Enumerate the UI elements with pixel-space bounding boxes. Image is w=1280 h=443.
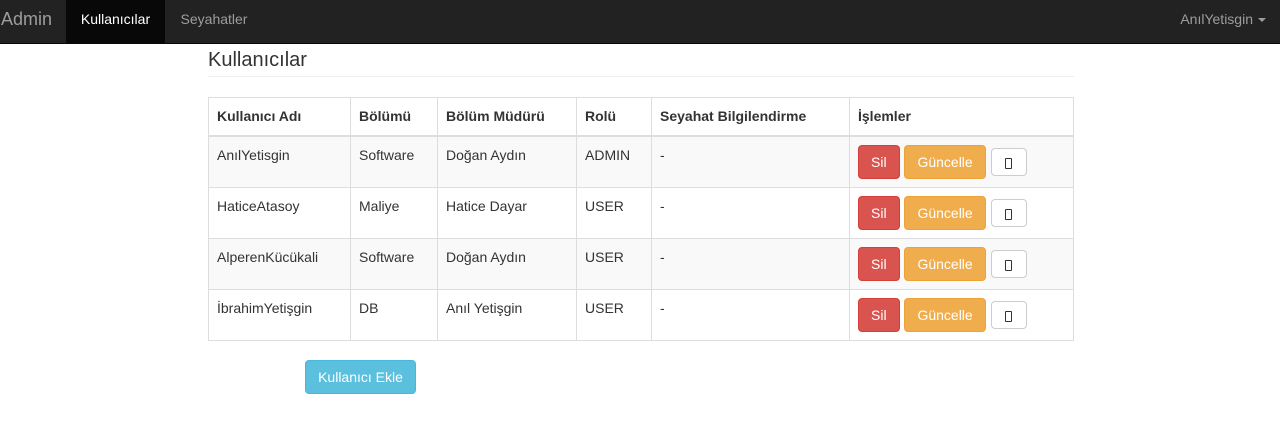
cell-department: Maliye	[350, 187, 438, 239]
tab-seyahatler[interactable]: Seyahatler	[165, 0, 263, 44]
cell-travel: -	[651, 135, 850, 188]
header-actions: İşlemler	[849, 97, 1074, 137]
mobile-phone-icon	[1005, 157, 1013, 169]
cell-manager: Hatice Dayar	[437, 187, 577, 239]
cell-manager: Anıl Yetişgin	[437, 289, 577, 341]
cell-role: USER	[576, 238, 652, 290]
cell-manager: Doğan Aydın	[437, 238, 577, 290]
phone-button[interactable]	[990, 301, 1027, 329]
cell-travel: -	[651, 289, 850, 341]
update-button[interactable]: Güncelle	[904, 298, 986, 332]
delete-button[interactable]: Sil	[858, 196, 900, 230]
table-row: AlperenKücükali Software Doğan Aydın USE…	[208, 238, 1074, 290]
cell-role: ADMIN	[576, 135, 652, 188]
cell-role: USER	[576, 289, 652, 341]
header-department: Bölümü	[350, 97, 438, 137]
cell-department: Software	[350, 238, 438, 290]
table-row: HaticeAtasoy Maliye Hatice Dayar USER - …	[208, 187, 1074, 239]
table-row: İbrahimYetişgin DB Anıl Yetişgin USER - …	[208, 289, 1074, 341]
user-menu[interactable]: AnılYetisgin	[1180, 0, 1266, 44]
mobile-phone-icon	[1005, 259, 1013, 271]
add-user-button[interactable]: Kullanıcı Ekle	[305, 360, 416, 394]
delete-button[interactable]: Sil	[858, 247, 900, 281]
delete-button[interactable]: Sil	[858, 298, 900, 332]
mobile-phone-icon	[1005, 310, 1013, 322]
mobile-phone-icon	[1005, 208, 1013, 220]
brand[interactable]: Admin	[0, 0, 52, 44]
header-manager: Bölüm Müdürü	[437, 97, 577, 137]
user-name: AnılYetisgin	[1180, 11, 1253, 27]
update-button[interactable]: Güncelle	[904, 196, 986, 230]
cell-travel: -	[651, 187, 850, 239]
cell-actions: Sil Güncelle	[849, 238, 1074, 290]
cell-username: AlperenKücükali	[208, 238, 351, 290]
cell-department: DB	[350, 289, 438, 341]
table-header-row: Kullanıcı Adı Bölümü Bölüm Müdürü Rolü S…	[208, 97, 1074, 137]
cell-role: USER	[576, 187, 652, 239]
cell-actions: Sil Güncelle	[849, 187, 1074, 239]
page-title: Kullanıcılar	[208, 48, 1074, 77]
cell-actions: Sil Güncelle	[849, 135, 1074, 188]
update-button[interactable]: Güncelle	[904, 247, 986, 281]
tab-kullanicilar[interactable]: Kullanıcılar	[66, 0, 165, 44]
cell-department: Software	[350, 135, 438, 188]
cell-username: İbrahimYetişgin	[208, 289, 351, 341]
cell-username: HaticeAtasoy	[208, 187, 351, 239]
cell-manager: Doğan Aydın	[437, 135, 577, 188]
cell-actions: Sil Güncelle	[849, 289, 1074, 341]
phone-button[interactable]	[990, 199, 1027, 227]
phone-button[interactable]	[990, 148, 1027, 176]
header-role: Rolü	[576, 97, 652, 137]
header-travel: Seyahat Bilgilendirme	[651, 97, 850, 137]
cell-travel: -	[651, 238, 850, 290]
update-button[interactable]: Güncelle	[904, 145, 986, 179]
header-username: Kullanıcı Adı	[208, 97, 351, 137]
table-row: AnılYetisgin Software Doğan Aydın ADMIN …	[208, 135, 1074, 188]
phone-button[interactable]	[990, 250, 1027, 278]
caret-down-icon	[1258, 18, 1266, 23]
users-table: Kullanıcı Adı Bölümü Bölüm Müdürü Rolü S…	[208, 97, 1074, 341]
cell-username: AnılYetisgin	[208, 135, 351, 188]
navbar: Admin Kullanıcılar Seyahatler AnılYetisg…	[0, 0, 1280, 44]
delete-button[interactable]: Sil	[858, 145, 900, 179]
